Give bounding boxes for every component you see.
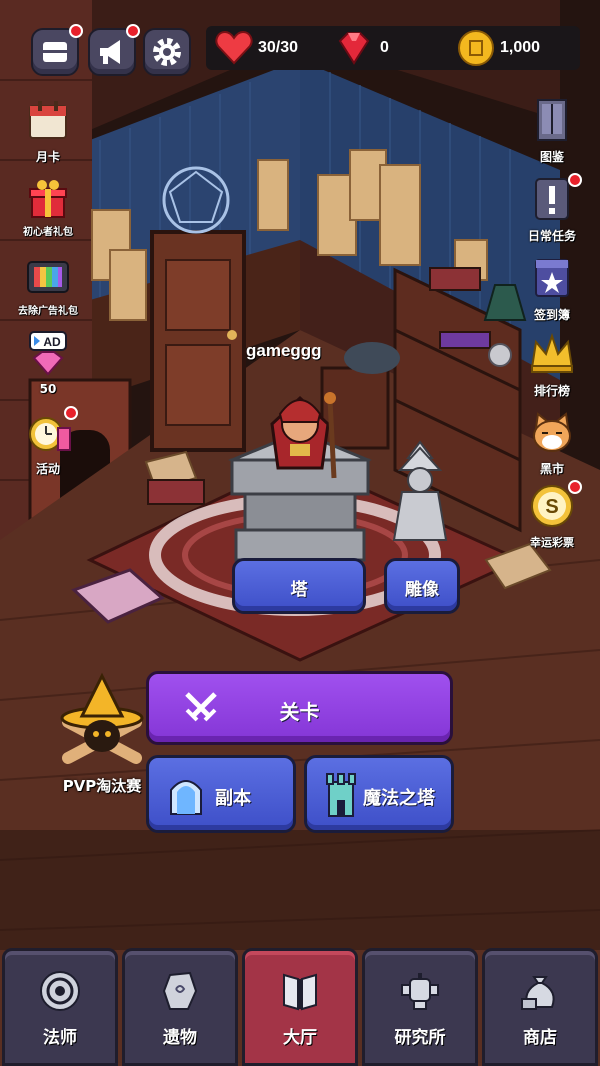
nav-shop[interactable]: 商店 [482,948,598,1066]
robot-icon [401,973,439,1010]
nav-relics[interactable]: 遗物 [122,948,238,1066]
nav-research[interactable]: 研究所 [362,948,478,1066]
tower-button[interactable]: 塔 [232,558,366,614]
svg-text:S: S [545,496,558,518]
remove-ads-pack-button[interactable]: 去除广告礼包 [16,254,80,334]
notification-dot [568,480,582,494]
heart-icon [215,30,253,65]
cabinet-icon [537,99,567,141]
gear-icon [153,38,181,66]
mail-icon [43,42,67,62]
nav-mage[interactable]: 法师 [2,948,118,1066]
nav-lobby[interactable]: 大厅 [242,948,358,1066]
monthly-card-button[interactable]: 月卡 [16,96,80,176]
lucky-lottery-button[interactable]: S 幸运彩票 [520,480,584,562]
svg-text:AD: AD [43,335,61,349]
leaderboard-button[interactable]: 排行榜 [520,330,584,410]
megaphone-icon [100,40,120,64]
starter-pack-button[interactable]: 初心者礼包 [16,175,80,255]
target-icon [40,971,80,1011]
wizard-hat-icon [60,672,144,764]
gems-value: 0 [380,39,389,56]
tv-icon [27,261,69,293]
statue-button[interactable]: 雕像 [384,558,460,614]
calendar-icon [29,101,67,139]
check-in-button[interactable]: 签到簿 [520,254,584,334]
coins-value: 1,000 [500,39,541,56]
pvp-tournament-button[interactable]: PVP淘汰赛 [54,672,150,812]
ruby-icon [338,32,370,65]
player-name-label: gameggg [246,341,322,360]
gift-icon [29,180,67,218]
money-bag-icon [521,976,555,1010]
ad-reward-button[interactable]: AD 50 [16,330,80,410]
codex-button[interactable]: 图鉴 [520,96,584,176]
cat-icon [533,412,571,452]
notification-dot [64,406,78,420]
announcement-button[interactable] [88,24,140,76]
magic-tower-button[interactable]: 魔法之塔 [304,755,454,833]
star-book-icon [535,259,569,297]
black-market-button[interactable]: 黑市 [520,408,584,488]
dungeon-button[interactable]: 副本 [146,755,296,833]
coin-icon [458,30,494,66]
notification-dot [69,24,83,38]
stone-icon [162,971,198,1010]
notification-dot [126,24,140,38]
stage-button[interactable]: 关卡 [146,671,453,745]
settings-button[interactable] [143,28,191,76]
hearts-value: 30/30 [258,39,299,56]
crown-icon [530,332,574,373]
gate-icon [170,780,202,815]
resource-bar: 30/30 0 1,000 [206,26,580,70]
book-banner-icon [283,973,317,1011]
notification-dot [568,173,582,187]
mail-button[interactable] [31,24,83,76]
ad-gem-icon: AD [29,331,67,376]
events-button[interactable]: 活动 [16,406,80,488]
daily-quests-button[interactable]: 日常任务 [520,173,584,255]
lobby-room-scene [0,0,600,1066]
castle-tower-icon [326,773,356,817]
